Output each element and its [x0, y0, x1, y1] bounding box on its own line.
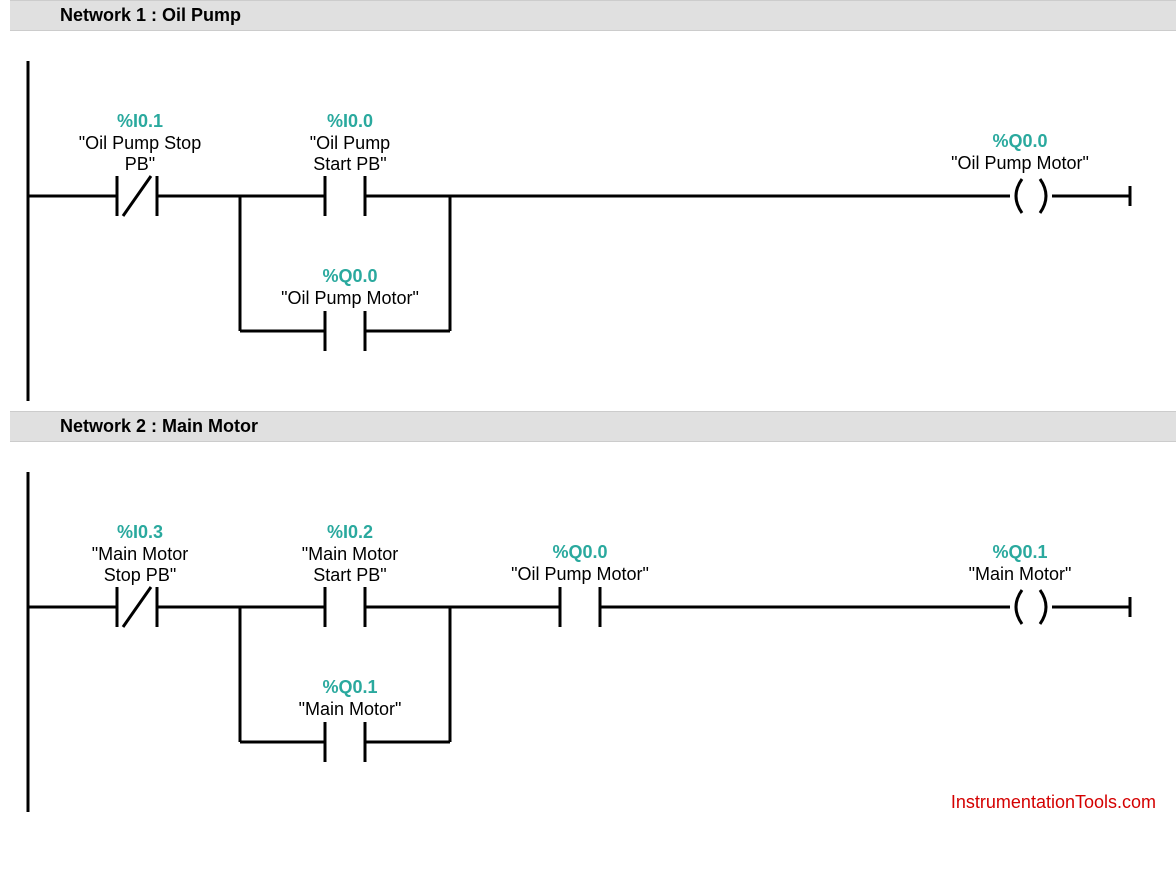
- network2-diagram: %I0.3 "Main Motor Stop PB" %I0.2 "Main M…: [10, 442, 1176, 822]
- network2-svg: [10, 442, 1176, 822]
- network1-title: Network 1 : Oil Pump: [60, 5, 241, 25]
- network1-diagram: %I0.1 "Oil Pump Stop PB" %I0.0 "Oil Pump…: [10, 31, 1176, 411]
- network2-header: Network 2 : Main Motor: [10, 411, 1176, 442]
- network1-svg: [10, 31, 1176, 411]
- network2-title: Network 2 : Main Motor: [60, 416, 258, 436]
- network1-header: Network 1 : Oil Pump: [10, 0, 1176, 31]
